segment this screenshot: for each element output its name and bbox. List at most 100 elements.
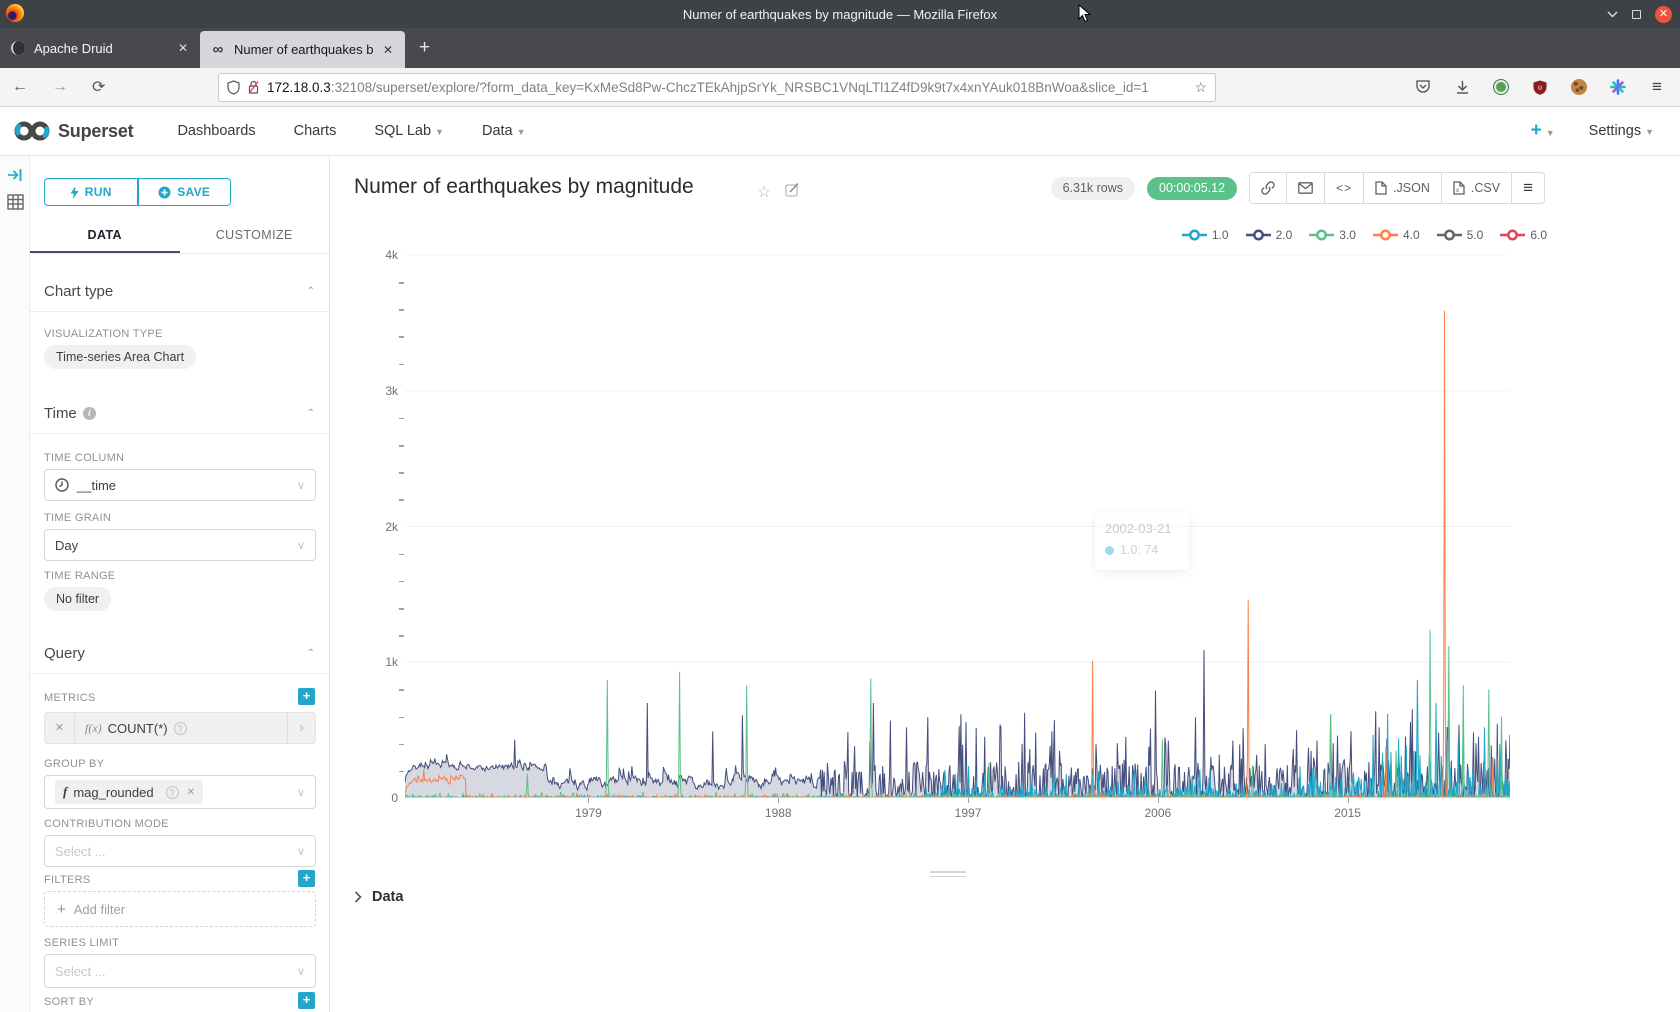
nav-dashboards[interactable]: Dashboards: [177, 123, 255, 139]
window-minimize-button[interactable]: [1607, 8, 1618, 20]
add-sort-by-button[interactable]: +: [298, 992, 315, 1009]
ublock-shield-icon[interactable]: u: [1531, 78, 1549, 96]
chevron-up-icon: ⌃: [307, 648, 315, 659]
time-grain-select[interactable]: Day ∨: [44, 529, 316, 561]
tab-close-icon[interactable]: ✕: [176, 41, 190, 55]
tab-superset-chart[interactable]: ∞ Numer of earthquakes by ✕: [200, 31, 405, 68]
plus-icon: +: [57, 901, 66, 918]
add-filter-box[interactable]: + Add filter: [44, 891, 316, 927]
browser-tabbar: Apache Druid ✕ ∞ Numer of earthquakes by…: [0, 28, 1680, 68]
section-chart-type[interactable]: Chart type ⌃: [30, 272, 329, 312]
expand-datasource-icon[interactable]: [7, 168, 23, 182]
remove-metric-icon[interactable]: ✕: [45, 713, 75, 743]
save-button[interactable]: SAVE: [138, 178, 232, 206]
chevron-right-icon[interactable]: ›: [287, 713, 315, 743]
timeseries-chart[interactable]: 2002-03-21 1.0: 74 01k2k3k4k197919881997…: [330, 255, 1680, 855]
window-close-button[interactable]: ✕: [1655, 6, 1672, 23]
window-titlebar: Numer of earthquakes by magnitude — Mozi…: [0, 0, 1680, 28]
settings-menu[interactable]: Settings▼: [1589, 123, 1654, 139]
remove-chip-icon[interactable]: ✕: [187, 787, 195, 798]
nav-data[interactable]: Data▼: [482, 123, 526, 139]
code-icon: <>: [1336, 181, 1352, 195]
legend-marker-icon: [1246, 229, 1271, 241]
x-axis-tick: [778, 798, 779, 803]
add-metric-button[interactable]: +: [298, 688, 315, 705]
explore-control-panel: RUN SAVE DATA CUSTOMIZE Chart type ⌃ VIS…: [30, 156, 330, 1012]
reload-button[interactable]: ⟳: [80, 77, 117, 97]
bookmark-star-icon[interactable]: ☆: [1194, 79, 1207, 96]
window-title: Numer of earthquakes by magnitude — Mozi…: [0, 7, 1680, 22]
dataset-grid-icon[interactable]: [7, 194, 24, 210]
contribution-mode-select[interactable]: Select ... ∨: [44, 835, 316, 867]
tab-close-icon[interactable]: ✕: [381, 43, 395, 57]
forward-button[interactable]: →: [40, 78, 80, 96]
back-button[interactable]: ←: [0, 78, 40, 96]
insecure-lock-icon[interactable]: [247, 80, 260, 95]
multi-account-icon[interactable]: [1609, 78, 1627, 96]
legend-item-1.0[interactable]: 1.0: [1182, 228, 1229, 242]
legend-item-5.0[interactable]: 5.0: [1437, 228, 1484, 242]
metric-count-item[interactable]: ✕ f(x) COUNT(*) ? ›: [44, 712, 316, 744]
menu-icon[interactable]: ≡: [1648, 78, 1666, 96]
section-time[interactable]: Timei ⌃: [30, 394, 329, 434]
tab-apache-druid[interactable]: Apache Druid ✕: [0, 28, 200, 68]
edit-title-icon[interactable]: [785, 182, 800, 202]
resize-handle[interactable]: [930, 868, 966, 880]
export-json-button[interactable]: .JSON: [1364, 173, 1442, 203]
y-axis-minor-tick: [399, 309, 404, 311]
chart-plot-canvas[interactable]: [405, 255, 1510, 798]
nav-charts[interactable]: Charts: [294, 123, 337, 139]
export-csv-button[interactable]: x .CSV: [1442, 173, 1512, 203]
legend-marker-icon: [1373, 229, 1398, 241]
pocket-icon[interactable]: [1414, 78, 1432, 96]
time-range-pill[interactable]: No filter: [44, 587, 111, 611]
chevron-down-icon: ∨: [297, 479, 305, 492]
section-query[interactable]: Query ⌃: [30, 634, 329, 674]
tab-customize[interactable]: CUSTOMIZE: [180, 218, 330, 253]
chart-menu-button[interactable]: ≡: [1512, 173, 1544, 203]
group-by-label: GROUP BY: [44, 758, 104, 770]
url-text[interactable]: 172.18.0.3:32108/superset/explore/?form_…: [267, 80, 1187, 95]
legend-marker-icon: [1437, 229, 1462, 241]
time-grain-label: TIME GRAIN: [44, 512, 111, 524]
nav-sql-lab[interactable]: SQL Lab▼: [374, 123, 444, 139]
chevron-down-icon: ▼: [1546, 128, 1555, 138]
legend-item-4.0[interactable]: 4.0: [1373, 228, 1420, 242]
add-filter-plus-button[interactable]: +: [298, 870, 315, 887]
group-by-select[interactable]: f mag_rounded ? ✕ ∨: [44, 775, 316, 809]
series-limit-select[interactable]: Select ... ∨: [44, 954, 316, 988]
x-axis-tick-label: 1988: [765, 806, 792, 820]
group-by-chip[interactable]: f mag_rounded ? ✕: [55, 780, 203, 804]
time-column-select[interactable]: __time ∨: [44, 469, 316, 501]
window-restore-button[interactable]: [1632, 10, 1641, 19]
chart-title: Numer of earthquakes by magnitude: [354, 175, 694, 199]
superset-brand[interactable]: Superset: [14, 121, 133, 142]
legend-item-3.0[interactable]: 3.0: [1309, 228, 1356, 242]
extension-icon[interactable]: [1492, 78, 1510, 96]
tab-data[interactable]: DATA: [30, 218, 180, 253]
viz-type-pill[interactable]: Time-series Area Chart: [44, 345, 196, 369]
favorite-star-icon[interactable]: ☆: [757, 182, 771, 202]
legend-item-6.0[interactable]: 6.0: [1500, 228, 1547, 242]
filters-label: FILTERS: [44, 874, 91, 886]
embed-code-button[interactable]: <>: [1325, 173, 1364, 203]
new-tab-button[interactable]: +: [405, 37, 444, 59]
email-button[interactable]: [1287, 173, 1325, 203]
left-rail: [0, 156, 30, 1012]
druid-favicon-icon: [10, 40, 26, 56]
url-bar[interactable]: 172.18.0.3:32108/superset/explore/?form_…: [218, 73, 1216, 102]
legend-item-2.0[interactable]: 2.0: [1246, 228, 1293, 242]
tracking-shield-icon[interactable]: [227, 80, 240, 95]
envelope-icon: [1298, 182, 1313, 194]
chevron-down-icon: ▼: [435, 127, 444, 137]
rows-badge: 6.31k rows: [1051, 177, 1135, 200]
new-item-button[interactable]: +▼: [1531, 120, 1555, 142]
question-circle-icon: ?: [166, 786, 179, 799]
downloads-icon[interactable]: [1453, 78, 1471, 96]
copy-link-button[interactable]: [1250, 173, 1287, 203]
chevron-right-icon: [354, 891, 362, 903]
data-panel-toggle[interactable]: Data: [354, 889, 403, 905]
legend-marker-icon: [1182, 229, 1207, 241]
cookie-icon[interactable]: [1570, 78, 1588, 96]
run-button[interactable]: RUN: [44, 178, 138, 206]
